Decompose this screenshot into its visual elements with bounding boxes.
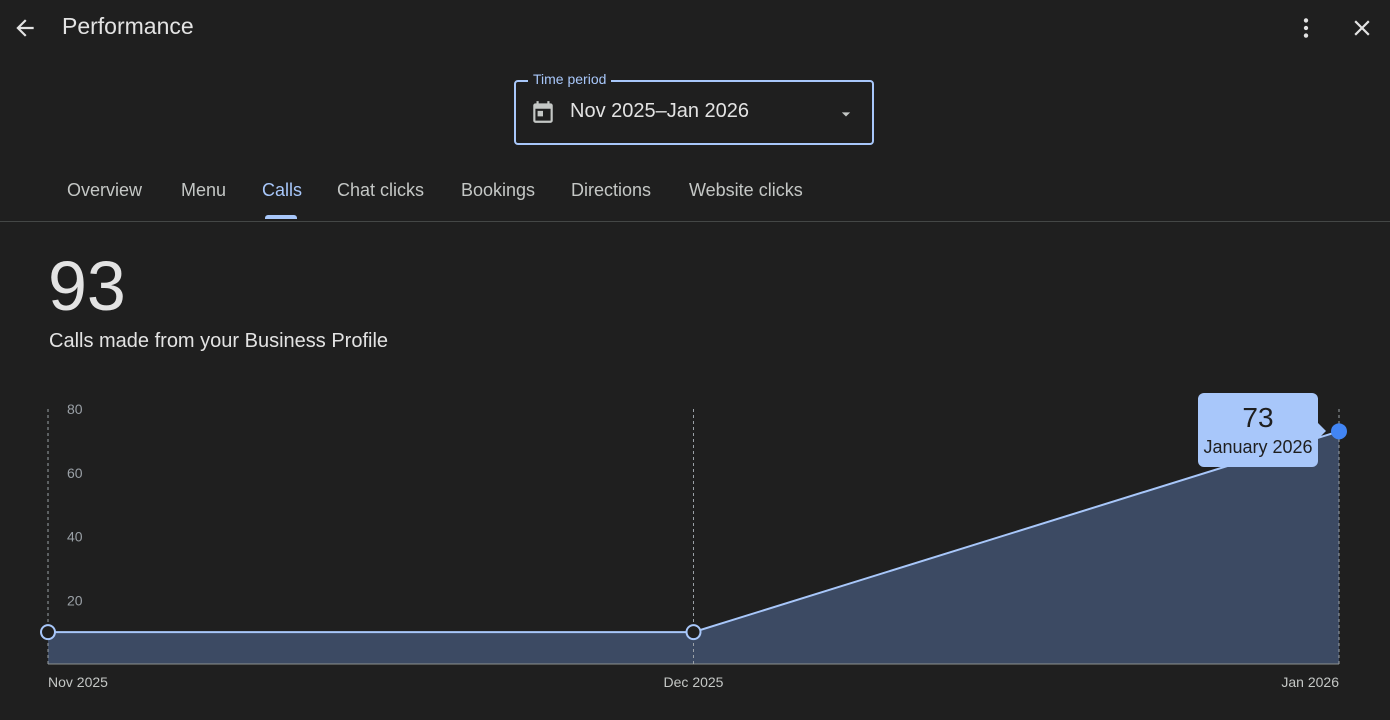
- x-tick-label: Jan 2026: [1281, 674, 1339, 690]
- chart-data-point: [685, 624, 702, 641]
- dropdown-arrow-icon: [841, 112, 851, 117]
- time-period-value: Nov 2025–Jan 2026: [570, 100, 750, 122]
- tooltip-label: January 2026: [1203, 437, 1313, 457]
- tab-bar: Overview Menu Calls Chat clicks Bookings…: [0, 165, 1390, 222]
- tab-directions[interactable]: Directions: [571, 165, 651, 220]
- close-icon: [1354, 20, 1370, 36]
- calendar-icon: [533, 101, 553, 123]
- tab-menu[interactable]: Menu: [181, 165, 226, 220]
- tab-bookings[interactable]: Bookings: [461, 165, 535, 220]
- tab-chat-clicks[interactable]: Chat clicks: [337, 165, 424, 220]
- time-period-label: Time period: [528, 71, 612, 87]
- close-button[interactable]: [1342, 8, 1382, 48]
- chart-data-point: [40, 624, 56, 641]
- tab-overview[interactable]: Overview: [67, 165, 142, 220]
- top-app-bar: Performance: [0, 0, 1390, 58]
- more-options-button[interactable]: [1286, 8, 1326, 48]
- tooltip-value: 73: [1242, 402, 1274, 433]
- metric-value: 93: [48, 247, 126, 325]
- calls-area-chart: 20 40 60 80 Nov 2025 Dec 2025 Jan 2026: [40, 401, 1347, 690]
- chart-tooltip: 73 January 2026: [1198, 393, 1326, 467]
- x-tick-label: Nov 2025: [48, 674, 108, 690]
- tab-website-clicks[interactable]: Website clicks: [689, 165, 803, 220]
- back-button[interactable]: [5, 8, 45, 48]
- page-title: Performance: [62, 13, 194, 39]
- y-tick-label: 60: [67, 465, 83, 481]
- time-period-select[interactable]: Time period Nov 2025–Jan 2026: [514, 71, 874, 145]
- arrow-back-icon: [16, 19, 34, 37]
- tab-calls[interactable]: Calls: [262, 165, 302, 220]
- metric-caption: Calls made from your Business Profile: [49, 330, 389, 352]
- chart-data-point-highlighted: [1331, 423, 1347, 440]
- active-tab-indicator: [265, 215, 297, 219]
- x-tick-label: Dec 2025: [664, 674, 724, 690]
- y-tick-label: 80: [67, 401, 83, 417]
- more-vert-icon: [1303, 18, 1309, 38]
- y-tick-label: 20: [67, 592, 83, 608]
- y-tick-label: 40: [67, 529, 83, 545]
- tooltip-pointer: [1318, 423, 1326, 439]
